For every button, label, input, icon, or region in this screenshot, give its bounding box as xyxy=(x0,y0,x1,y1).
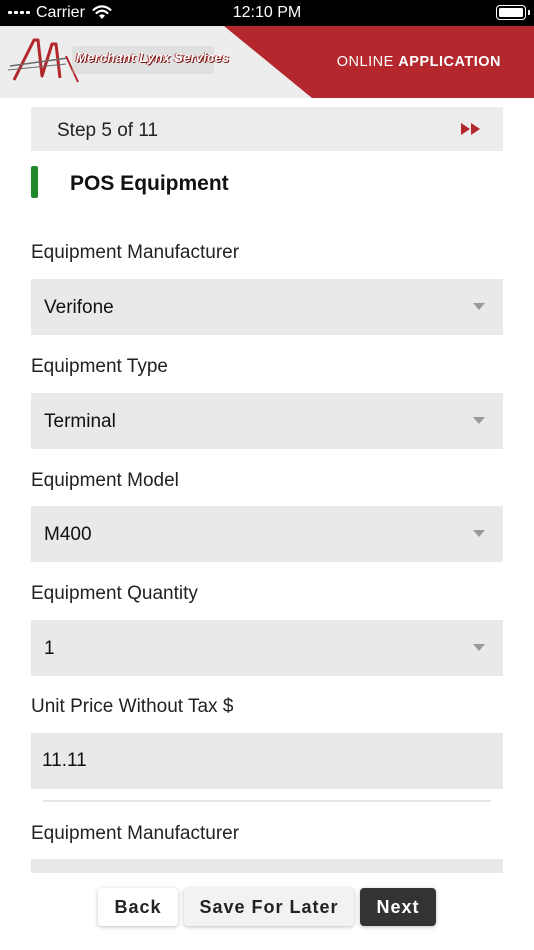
equipment-type-select[interactable]: Terminal xyxy=(31,393,503,449)
equipment-quantity-label: Equipment Quantity xyxy=(31,583,198,604)
fast-forward-icon[interactable] xyxy=(461,123,481,135)
section-title: POS Equipment xyxy=(70,172,229,195)
equipment-type-value: Terminal xyxy=(44,411,116,432)
equipment-model-select[interactable]: M400 xyxy=(31,506,503,562)
equipment-manufacturer-select-2[interactable] xyxy=(31,859,503,873)
battery-icon xyxy=(496,5,526,20)
logo-text: Merchant Lynx Services xyxy=(76,50,230,65)
battery-tip xyxy=(528,10,530,15)
header-title-application: APPLICATION xyxy=(398,54,501,70)
equipment-manufacturer-label: Equipment Manufacturer xyxy=(31,242,240,263)
equipment-quantity-select[interactable]: 1 xyxy=(31,620,503,676)
equipment-model-value: M400 xyxy=(44,524,92,545)
back-button[interactable]: Back xyxy=(98,888,178,926)
chevron-down-icon xyxy=(473,530,485,537)
unit-price-label: Unit Price Without Tax $ xyxy=(31,696,234,717)
chevron-down-icon xyxy=(473,644,485,651)
equipment-manufacturer-label-2: Equipment Manufacturer xyxy=(31,823,240,844)
section-marker xyxy=(31,166,38,198)
save-for-later-button[interactable]: Save For Later xyxy=(184,888,354,926)
app-header: Merchant Lynx Services ONLINE APPLICATIO… xyxy=(0,26,534,98)
equipment-quantity-value: 1 xyxy=(44,638,55,659)
step-progress-bar: Step 5 of 11 xyxy=(31,107,503,151)
unit-price-input[interactable] xyxy=(31,733,503,789)
chevron-down-icon xyxy=(473,303,485,310)
header-title: ONLINE APPLICATION xyxy=(337,54,501,70)
next-button[interactable]: Next xyxy=(360,888,436,926)
chevron-down-icon xyxy=(473,417,485,424)
equipment-type-label: Equipment Type xyxy=(31,356,168,377)
equipment-manufacturer-select[interactable]: Verifone xyxy=(31,279,503,335)
status-time: 12:10 PM xyxy=(232,4,302,21)
equipment-divider xyxy=(43,800,491,802)
equipment-manufacturer-value: Verifone xyxy=(44,297,114,318)
header-title-online: ONLINE xyxy=(336,54,394,70)
equipment-model-label: Equipment Model xyxy=(31,470,179,491)
step-label: Step 5 of 11 xyxy=(57,120,159,141)
status-bar: Carrier 12:10 PM xyxy=(0,0,534,26)
